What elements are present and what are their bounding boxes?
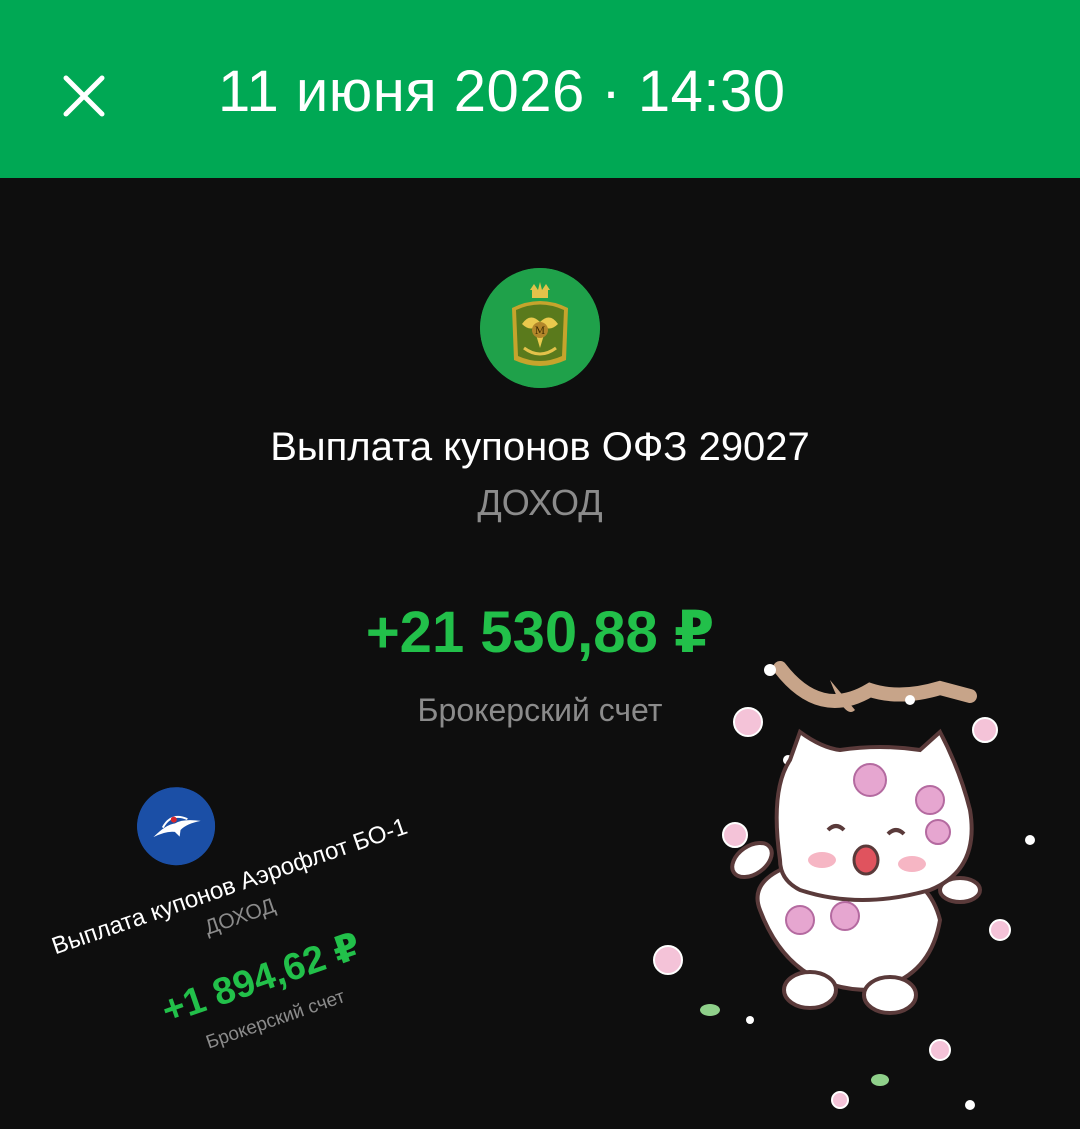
date-time-title: 11 июня 2026 · 14:30: [218, 59, 786, 124]
svg-text:M: M: [535, 326, 545, 337]
close-button[interactable]: [58, 70, 110, 122]
operation-category: ДОХОД: [477, 482, 603, 523]
cat-sticker: [640, 660, 1080, 1124]
aeroflot-logo-icon: [126, 776, 226, 876]
coat-of-arms-icon: M: [480, 268, 600, 388]
overlay-operation-card: Выплата купонов Аэрофлот БО-1 ДОХОД +1 8…: [5, 766, 496, 1127]
operation-amount: +21 530,88 ₽: [365, 600, 715, 665]
close-icon: [63, 75, 105, 117]
operation-title: Выплата купонов ОФЗ 29027: [270, 425, 810, 469]
top-bar: 11 июня 2026 · 14:30: [0, 0, 1080, 178]
